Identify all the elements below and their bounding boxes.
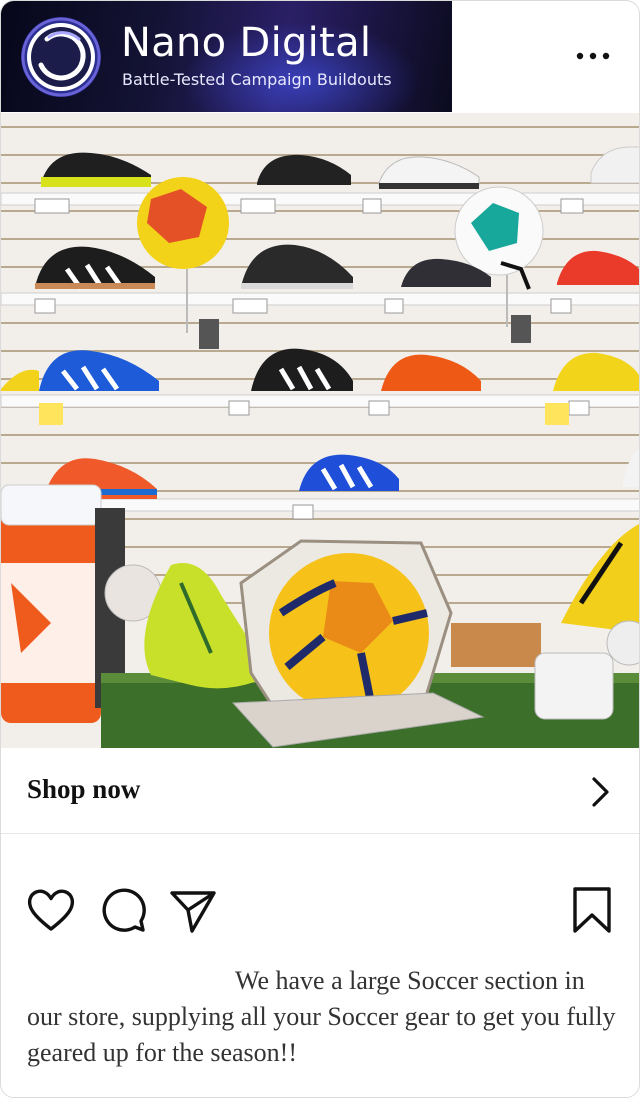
soccer-display-illustration — [1, 113, 639, 748]
post-caption: We have a large Soccer section in our st… — [27, 963, 617, 1071]
sponsored-post-card: Nano Digital Battle-Tested Campaign Buil… — [0, 0, 640, 1098]
bookmark-icon[interactable] — [567, 885, 619, 937]
brand-name[interactable]: Nano Digital — [121, 17, 371, 69]
shop-now-bar[interactable]: Shop now — [1, 748, 639, 834]
shop-now-label[interactable]: Shop now — [27, 774, 140, 805]
heart-icon[interactable] — [25, 885, 77, 937]
caption-text: We have a large Soccer section in our st… — [27, 966, 616, 1067]
post-image[interactable] — [1, 113, 639, 748]
comment-icon[interactable] — [97, 885, 149, 937]
send-icon[interactable] — [167, 885, 219, 937]
more-options-button[interactable] — [571, 41, 615, 71]
brand-tagline: Battle-Tested Campaign Buildouts — [122, 70, 392, 89]
post-header: Nano Digital Battle-Tested Campaign Buil… — [1, 1, 639, 113]
chevron-right-icon[interactable] — [585, 775, 615, 809]
nano-digital-logo-icon — [21, 17, 101, 97]
brand-banner[interactable]: Nano Digital Battle-Tested Campaign Buil… — [1, 1, 452, 112]
action-bar — [1, 885, 639, 941]
more-horizontal-icon — [576, 52, 610, 60]
